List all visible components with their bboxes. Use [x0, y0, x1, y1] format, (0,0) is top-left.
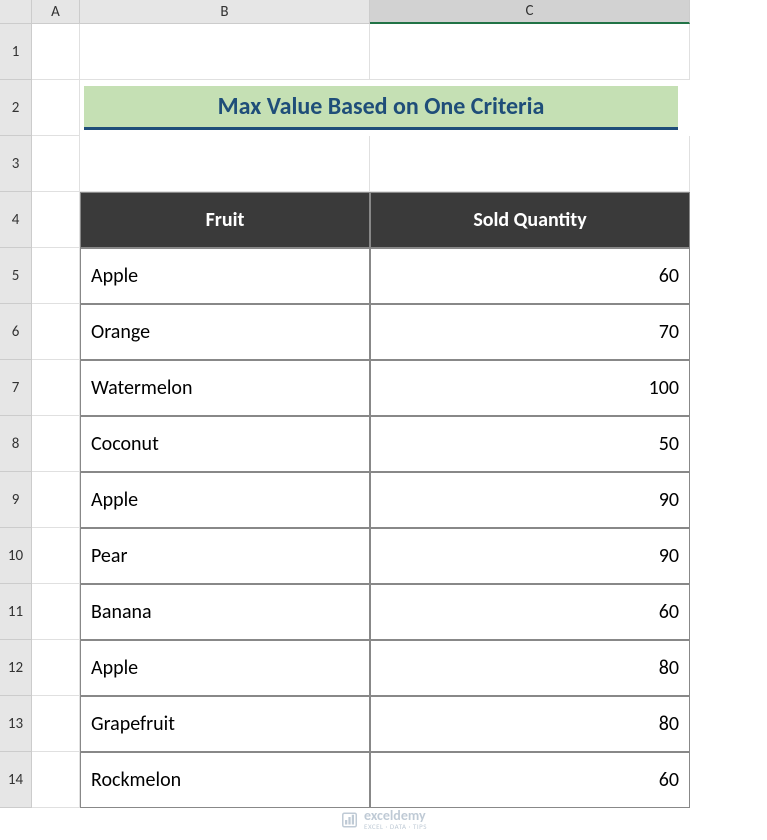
cell-qty[interactable]: 60 [370, 752, 690, 808]
row-header-2[interactable]: 2 [0, 80, 32, 136]
cell-a5[interactable] [32, 248, 80, 304]
row-header-12[interactable]: 12 [0, 640, 32, 696]
row-header-10[interactable]: 10 [0, 528, 32, 584]
row-header-13[interactable]: 13 [0, 696, 32, 752]
column-header-b[interactable]: B [80, 0, 370, 24]
cell-a9[interactable] [32, 472, 80, 528]
row-header-9[interactable]: 9 [0, 472, 32, 528]
watermark-logo-icon [340, 811, 358, 829]
watermark: exceldemy EXCEL · DATA · TIPS [340, 809, 427, 830]
spreadsheet-grid: A B C 1 2 Max Value Based on One Criteri… [0, 0, 767, 808]
cell-a11[interactable] [32, 584, 80, 640]
title-cell[interactable]: Max Value Based on One Criteria [84, 86, 678, 130]
cell-b3[interactable] [80, 136, 370, 192]
cell-a1[interactable] [32, 24, 80, 80]
row-header-11[interactable]: 11 [0, 584, 32, 640]
table-header-fruit[interactable]: Fruit [80, 192, 370, 248]
row-header-8[interactable]: 8 [0, 416, 32, 472]
cell-c1[interactable] [370, 24, 690, 80]
watermark-text-stack: exceldemy EXCEL · DATA · TIPS [364, 809, 427, 830]
row-header-14[interactable]: 14 [0, 752, 32, 808]
cell-a8[interactable] [32, 416, 80, 472]
cell-fruit[interactable]: Apple [80, 248, 370, 304]
watermark-name: exceldemy [364, 809, 427, 823]
row-header-6[interactable]: 6 [0, 304, 32, 360]
cell-qty[interactable]: 60 [370, 248, 690, 304]
cell-qty[interactable]: 70 [370, 304, 690, 360]
cell-a13[interactable] [32, 696, 80, 752]
cell-qty[interactable]: 90 [370, 472, 690, 528]
cell-fruit[interactable]: Coconut [80, 416, 370, 472]
cell-a3[interactable] [32, 136, 80, 192]
cell-qty[interactable]: 80 [370, 640, 690, 696]
cell-qty[interactable]: 50 [370, 416, 690, 472]
watermark-tagline: EXCEL · DATA · TIPS [364, 823, 427, 830]
cell-a10[interactable] [32, 528, 80, 584]
cell-qty[interactable]: 60 [370, 584, 690, 640]
cell-c3[interactable] [370, 136, 690, 192]
column-header-c[interactable]: C [370, 0, 690, 24]
cell-a4[interactable] [32, 192, 80, 248]
select-all-corner[interactable] [0, 0, 32, 24]
cell-fruit[interactable]: Watermelon [80, 360, 370, 416]
row-header-3[interactable]: 3 [0, 136, 32, 192]
cell-fruit[interactable]: Rockmelon [80, 752, 370, 808]
cell-fruit[interactable]: Orange [80, 304, 370, 360]
cell-fruit[interactable]: Pear [80, 528, 370, 584]
cell-a14[interactable] [32, 752, 80, 808]
cell-fruit[interactable]: Banana [80, 584, 370, 640]
cell-a12[interactable] [32, 640, 80, 696]
row-header-7[interactable]: 7 [0, 360, 32, 416]
cell-b1[interactable] [80, 24, 370, 80]
cell-a7[interactable] [32, 360, 80, 416]
row-header-4[interactable]: 4 [0, 192, 32, 248]
cell-fruit[interactable]: Apple [80, 472, 370, 528]
column-header-a[interactable]: A [32, 0, 80, 24]
row-header-1[interactable]: 1 [0, 24, 32, 80]
cell-qty[interactable]: 90 [370, 528, 690, 584]
cell-a6[interactable] [32, 304, 80, 360]
cell-a2[interactable] [32, 80, 80, 136]
table-header-sold-quantity[interactable]: Sold Quantity [370, 192, 690, 248]
cell-fruit[interactable]: Grapefruit [80, 696, 370, 752]
cell-qty[interactable]: 80 [370, 696, 690, 752]
cell-fruit[interactable]: Apple [80, 640, 370, 696]
row-header-5[interactable]: 5 [0, 248, 32, 304]
cell-qty[interactable]: 100 [370, 360, 690, 416]
